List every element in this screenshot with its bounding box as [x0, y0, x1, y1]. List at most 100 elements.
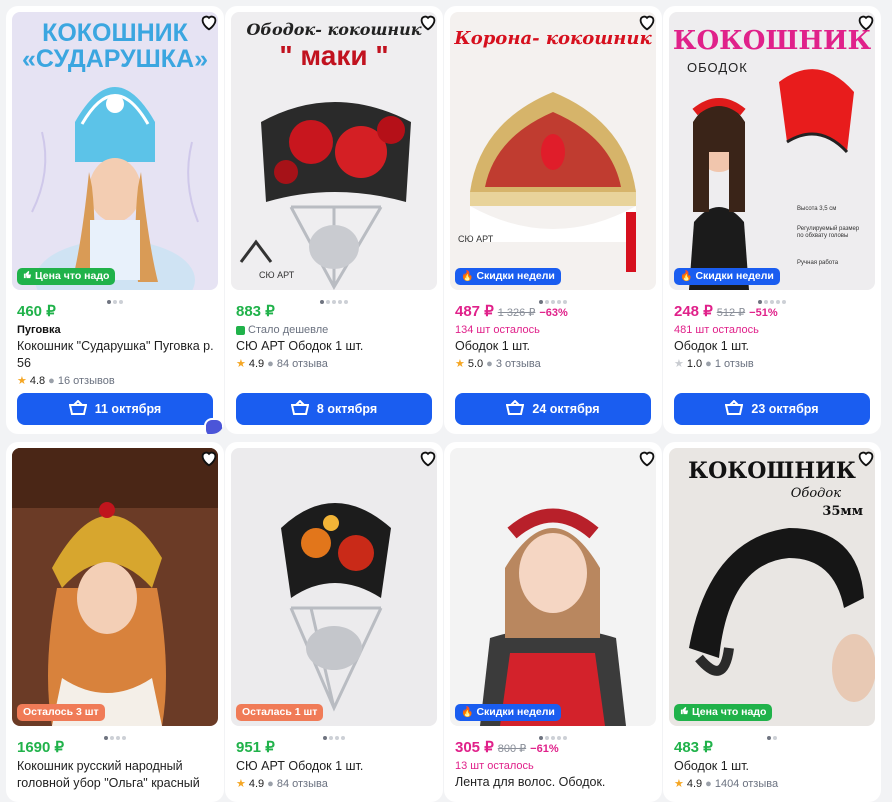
fire-icon: 🔥 — [680, 271, 693, 282]
image-size-label: 35мм — [822, 504, 863, 519]
favorite-heart-icon[interactable] — [198, 447, 220, 469]
price: 305 ₽ — [455, 739, 494, 756]
product-card[interactable]: Осталась 1 шт 951 ₽ СЮ АРТ Ободок 1 шт. … — [225, 442, 443, 802]
favorite-heart-icon[interactable] — [417, 11, 439, 33]
product-image[interactable]: 🔥 Скидки недели — [450, 448, 656, 726]
image-subheadline: " маки " — [279, 40, 389, 71]
sale-badge: 🔥 Скидки недели — [455, 268, 561, 285]
review-bubble-icon: ● — [267, 777, 274, 790]
star-icon: ★ — [17, 375, 27, 387]
review-bubble-icon: ● — [705, 777, 712, 790]
spec-adjustable: Регулируемый размер по обхвату головы — [797, 226, 860, 239]
hair-ribbon-photo — [450, 448, 656, 726]
reviews-count[interactable]: 84 отзыва — [277, 358, 328, 370]
spec-height: Высота 3,5 см — [797, 206, 837, 212]
reviews-count[interactable]: 16 отзывов — [58, 375, 115, 387]
image-headline: КОКОШНИК «СУДАРУШКА» — [21, 19, 208, 73]
product-card[interactable]: 🔥 Скидки недели 305 ₽ 800 ₽ −61% 13 шт о… — [444, 442, 662, 802]
product-grid: КОКОШНИК «СУДАРУШКА» Цена что надо 460 ₽… — [0, 0, 892, 802]
star-icon: ★ — [674, 778, 684, 790]
black-headband-photo — [669, 448, 875, 726]
thumb-up-icon — [680, 704, 689, 721]
product-title[interactable]: Лента для волос. Ободок. — [455, 774, 654, 791]
product-image[interactable]: Осталась 1 шт — [231, 448, 437, 726]
image-pager[interactable] — [6, 729, 224, 740]
image-pager[interactable] — [444, 729, 662, 740]
product-title[interactable]: СЮ АРТ Ободок 1 шт. — [236, 338, 435, 355]
add-to-cart-button[interactable]: 11 октября — [17, 393, 213, 425]
product-card[interactable]: Корона- кокошник СЮ АРТ 🔥 Скидки недели … — [444, 6, 662, 434]
rating-row: ★ 4.8 ● 16 отзывов — [17, 372, 216, 389]
add-to-cart-button[interactable]: 8 октября — [236, 393, 432, 425]
image-pager[interactable] — [6, 293, 224, 304]
image-pager[interactable] — [225, 729, 443, 740]
thumb-up-icon — [23, 268, 32, 285]
product-card[interactable]: Ободок- кокошник " маки " СЮ АРТ 883 ₽ С… — [225, 6, 443, 434]
cart-icon — [290, 399, 310, 419]
crown-kokoshnik-photo — [450, 12, 656, 290]
star-icon: ★ — [236, 778, 246, 790]
favorite-heart-icon[interactable] — [636, 447, 658, 469]
rating-row: ★ 1.0 ● 1 отзыв — [674, 355, 873, 372]
price: 487 ₽ — [455, 303, 494, 320]
product-image[interactable]: Осталось 3 шт — [12, 448, 218, 726]
favorite-heart-icon[interactable] — [198, 11, 220, 33]
favorite-heart-icon[interactable] — [855, 11, 877, 33]
delivery-date: 24 октября — [532, 402, 600, 416]
product-image[interactable]: КОКОШНИК ОБОДОК Высота 3,5 см Регулируем… — [669, 12, 875, 290]
rating-value: 5.0 — [467, 357, 484, 370]
badge-label: Скидки недели — [476, 270, 555, 282]
old-price: 512 ₽ — [716, 307, 746, 319]
rating-row: ★ 5.0 ● 3 отзыва — [455, 355, 654, 372]
product-card[interactable]: КОКОШНИК ОБОДОК Высота 3,5 см Регулируем… — [663, 6, 881, 434]
rating-value: 4.9 — [248, 777, 265, 790]
price: 951 ₽ — [236, 739, 275, 756]
rating-row: ★ 4.9 ● 84 отзыва — [236, 775, 435, 792]
product-card[interactable]: Осталось 3 шт 1690 ₽ Кокошник русский на… — [6, 442, 224, 802]
product-title[interactable]: Кокошник "Сударушка" Пуговка р. 56 — [17, 338, 216, 372]
old-price: 1 326 ₽ — [497, 307, 536, 319]
fire-icon: 🔥 — [461, 271, 474, 282]
price-drop-label: Стало дешевле — [248, 324, 329, 336]
image-pager[interactable] — [663, 293, 881, 304]
product-title[interactable]: Ободок 1 шт. — [674, 758, 873, 775]
image-subheadline: ОБОДОК — [687, 60, 748, 75]
reviews-count[interactable]: 1 отзыв — [715, 358, 754, 370]
product-title[interactable]: Ободок 1 шт. — [455, 338, 654, 355]
image-headline: Корона- кокошник — [454, 28, 652, 49]
cart-icon — [506, 399, 525, 419]
image-pager[interactable] — [225, 293, 443, 304]
olga-kokoshnik-photo — [12, 448, 218, 726]
review-bubble-icon: ● — [705, 357, 712, 370]
favorite-heart-icon[interactable] — [417, 447, 439, 469]
discount: −51% — [749, 307, 778, 319]
add-to-cart-button[interactable]: 24 октября — [455, 393, 651, 425]
assistant-avatar-icon[interactable] — [204, 418, 224, 434]
product-title[interactable]: Ободок 1 шт. — [674, 338, 873, 355]
product-card[interactable]: КОКОШНИК Ободок 35мм Цена что надо 483 ₽… — [663, 442, 881, 802]
product-title[interactable]: Кокошник русский народный головной убор … — [17, 758, 216, 792]
reviews-count[interactable]: 84 отзыва — [277, 778, 328, 790]
discount: −63% — [539, 307, 568, 319]
old-price: 800 ₽ — [497, 743, 527, 755]
add-to-cart-button[interactable]: 23 октября — [674, 393, 870, 425]
product-image[interactable]: Ободок- кокошник " маки " СЮ АРТ — [231, 12, 437, 290]
review-bubble-icon: ● — [486, 357, 493, 370]
discount: −61% — [530, 743, 559, 755]
rating-value: 4.9 — [686, 777, 703, 790]
favorite-heart-icon[interactable] — [855, 447, 877, 469]
seller-name: Пуговка — [17, 324, 61, 336]
review-bubble-icon: ● — [48, 374, 55, 387]
favorite-heart-icon[interactable] — [636, 11, 658, 33]
product-card[interactable]: КОКОШНИК «СУДАРУШКА» Цена что надо 460 ₽… — [6, 6, 224, 434]
reviews-count[interactable]: 1404 отзыва — [715, 778, 778, 790]
reviews-count[interactable]: 3 отзыва — [496, 358, 541, 370]
product-image[interactable]: КОКОШНИК «СУДАРУШКА» Цена что надо — [12, 12, 218, 290]
image-pager[interactable] — [444, 293, 662, 304]
product-image[interactable]: КОКОШНИК Ободок 35мм Цена что надо — [669, 448, 875, 726]
spec-handmade: Ручная работа — [797, 260, 839, 266]
product-title[interactable]: СЮ АРТ Ободок 1 шт. — [236, 758, 435, 775]
price-badge: Цена что надо — [17, 268, 116, 285]
product-image[interactable]: Корона- кокошник СЮ АРТ 🔥 Скидки недели — [450, 12, 656, 290]
image-pager[interactable] — [663, 729, 881, 740]
